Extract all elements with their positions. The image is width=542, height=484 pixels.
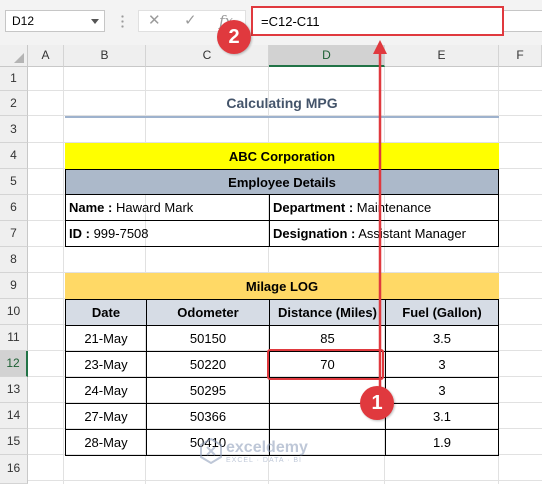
row-header-8[interactable]: 8 [0, 247, 28, 273]
formula-input-extension[interactable] [504, 10, 542, 32]
row-header-12[interactable]: 12 [0, 351, 28, 377]
title-underline [65, 116, 499, 118]
name-box[interactable]: D12 [5, 10, 105, 32]
chevron-down-icon[interactable] [91, 19, 99, 24]
formula-text: =C12-C11 [261, 14, 320, 29]
row-header-7[interactable]: 7 [0, 221, 28, 247]
date-cell[interactable]: 21-May [65, 325, 147, 352]
odometer-cell[interactable]: 50220 [146, 351, 270, 378]
column-header-d[interactable]: D [269, 45, 385, 67]
cancel-icon[interactable]: ✕ [148, 12, 161, 30]
formula-bar-resize-handle[interactable] [121, 14, 124, 28]
column-header-b[interactable]: B [64, 45, 146, 67]
row-header-11[interactable]: 11 [0, 325, 28, 351]
formula-input[interactable]: =C12-C11 [251, 6, 504, 36]
row-header-3[interactable]: 3 [0, 116, 28, 143]
header-fuel[interactable]: Fuel (Gallon) [385, 299, 499, 326]
step-badge-1: 1 [360, 386, 394, 420]
fuel-cell[interactable]: 3.5 [385, 325, 499, 352]
watermark-name: exceldemy [226, 439, 308, 456]
date-cell[interactable]: 28-May [65, 429, 147, 456]
date-cell[interactable]: 24-May [65, 377, 147, 404]
row-header-5[interactable]: 5 [0, 169, 28, 195]
row-header-9[interactable]: 9 [0, 273, 28, 299]
select-all-button[interactable] [0, 45, 28, 67]
row-header-6[interactable]: 6 [0, 195, 28, 221]
fuel-cell[interactable]: 3 [385, 377, 499, 404]
odometer-cell[interactable]: 50366 [146, 403, 270, 430]
fuel-cell[interactable]: 3 [385, 351, 499, 378]
row-header-2[interactable]: 2 [0, 91, 28, 116]
fuel-cell[interactable]: 3.1 [385, 403, 499, 430]
enter-icon[interactable]: ✓ [184, 12, 197, 30]
designation-label: Designation : [273, 226, 356, 241]
row-header-10[interactable]: 10 [0, 299, 28, 325]
date-cell[interactable]: 23-May [65, 351, 147, 378]
sheet-title[interactable]: Calculating MPG [65, 90, 499, 116]
formula-bar-area: D12 ✕ ✓ fx =C12-C11 [0, 0, 542, 45]
id-label: ID : [69, 226, 90, 241]
odometer-cell[interactable]: 50295 [146, 377, 270, 404]
milage-log-title[interactable]: Milage LOG [65, 273, 499, 299]
name-box-value: D12 [12, 14, 35, 28]
date-cell[interactable]: 27-May [65, 403, 147, 430]
header-odometer[interactable]: Odometer [146, 299, 270, 326]
selection-highlight [267, 349, 384, 380]
header-distance[interactable]: Distance (Miles) [269, 299, 386, 326]
fuel-cell[interactable]: 1.9 [385, 429, 499, 456]
arrow-icon [373, 40, 387, 388]
exceldemy-logo-icon [200, 437, 222, 465]
department-label: Department : [273, 200, 354, 215]
name-value: Haward Mark [112, 200, 194, 215]
row-header-13[interactable]: 13 [0, 377, 28, 403]
column-header-c[interactable]: C [146, 45, 269, 67]
distance-cell[interactable]: 85 [269, 325, 386, 352]
odometer-cell[interactable]: 50150 [146, 325, 270, 352]
column-header-e[interactable]: E [385, 45, 499, 67]
step-badge-2: 2 [217, 20, 251, 54]
employee-details-header[interactable]: Employee Details [65, 169, 499, 195]
row-header-4[interactable]: 4 [0, 143, 28, 169]
watermark: exceldemy EXCEL · DATA · BI [200, 437, 308, 468]
row-header-14[interactable]: 14 [0, 403, 28, 429]
id-value: 999-7508 [89, 226, 149, 241]
employee-name-cell[interactable]: Name : Haward Mark [65, 195, 270, 221]
row-header-15[interactable]: 15 [0, 429, 28, 455]
select-all-icon [14, 53, 24, 63]
row-header-16[interactable]: 16 [0, 455, 28, 484]
company-name-cell[interactable]: ABC Corporation [65, 143, 499, 169]
header-date[interactable]: Date [65, 299, 147, 326]
column-header-f[interactable]: F [499, 45, 542, 67]
employee-id-cell[interactable]: ID : 999-7508 [65, 220, 270, 247]
column-header-a[interactable]: A [28, 45, 64, 67]
department-value: Maintenance [353, 200, 432, 215]
name-label: Name : [69, 200, 113, 215]
watermark-tagline: EXCEL · DATA · BI [226, 457, 302, 464]
row-header-1[interactable]: 1 [0, 67, 28, 91]
